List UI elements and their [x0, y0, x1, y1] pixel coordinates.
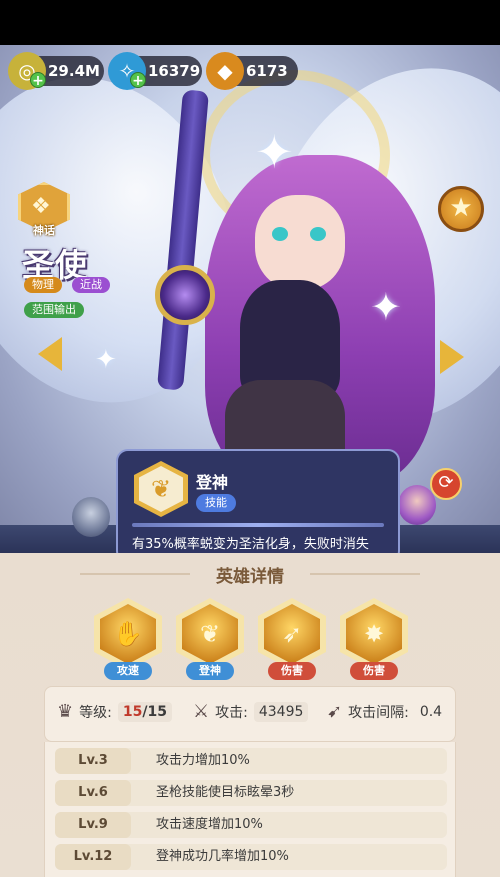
gem-amount: 16379 [148, 62, 201, 80]
upgrade-row: Lv.3 攻击力增加10% [55, 748, 447, 774]
upgrade-text: 登神成功几率增加10% [156, 849, 289, 864]
crest-icon: ❖ [31, 194, 51, 219]
level-label: 等级: [79, 704, 112, 721]
upgrade-text: 圣枪技能使目标眩晕3秒 [156, 785, 295, 800]
crystal-currency[interactable]: ◆ 6173 [206, 52, 298, 90]
add-gold-icon[interactable]: + [30, 72, 46, 89]
sparkle-icon: ✦ [255, 125, 294, 179]
mini-hero-angel [398, 485, 436, 525]
section-title: 英雄详情 [216, 567, 284, 587]
level-value: 15/15 [117, 701, 172, 722]
top-black-bar [0, 0, 500, 45]
skill-frame: ✋ [94, 598, 162, 670]
upgrade-text: 攻击力增加10% [156, 753, 250, 768]
skill-frame: ✸ [340, 598, 408, 670]
prev-hero-arrow-icon[interactable] [38, 337, 62, 371]
sparkle-icon: ✦ [370, 285, 402, 329]
skill-label: 伤害 [268, 662, 316, 680]
crystal-icon: ◆ [206, 52, 244, 90]
tooltip-description: 有35%概率蜕变为圣洁化身，失败时消失 [132, 537, 369, 552]
tag-aoe: 范围输出 [24, 302, 84, 318]
attack-value: 43495 [253, 701, 309, 722]
stats-bar: ♛ 等级: 15/15 ⚔ 攻击: 43495 ➹ 攻击间隔: 0.4 [44, 686, 456, 742]
tooltip-title: 登神 [196, 473, 229, 492]
upgrade-list: Lv.3 攻击力增加10% Lv.6 圣枪技能使目标眩晕3秒 Lv.9 攻击速度… [44, 742, 456, 877]
burst-icon: ✸ [346, 604, 402, 664]
gold-amount: 29.4M [48, 62, 100, 80]
wings-icon: ❦ [182, 604, 238, 664]
level-current: 15 [122, 703, 143, 720]
tag-physical: 物理 [24, 277, 62, 293]
upgrade-row: Lv.12 登神成功几率增加10% [55, 844, 447, 870]
rarity-label: 神话 [33, 224, 55, 237]
stat-level: ♛ 等级: 15/15 [57, 701, 172, 722]
skill-label: 登神 [186, 662, 234, 680]
hero-eye-art [272, 227, 288, 241]
skill-damage-spear[interactable]: ➶ 伤害 [258, 598, 326, 680]
upgrade-level: Lv.12 [55, 844, 131, 870]
upgrade-row: Lv.9 攻击速度增加10% [55, 812, 447, 838]
next-hero-arrow-icon[interactable] [440, 340, 464, 374]
sword-icon: ⚔ [193, 701, 210, 722]
bow-icon: ➹ [327, 701, 343, 722]
hands-icon: ✋ [100, 604, 156, 664]
spear-icon: ➶ [264, 604, 320, 664]
skill-label: 伤害 [350, 662, 398, 680]
interval-label: 攻击间隔: [348, 704, 409, 721]
wings-icon: ❦ [139, 466, 183, 512]
stat-attack: ⚔ 攻击: 43495 [193, 701, 309, 722]
upgrade-row: Lv.6 圣枪技能使目标眩晕3秒 [55, 780, 447, 806]
add-gem-icon[interactable]: + [130, 72, 146, 89]
stat-interval: ➹ 攻击间隔: 0.4 [327, 701, 447, 722]
skill-tooltip: ❦ 登神 技能 有35%概率蜕变为圣洁化身，失败时消失 [116, 449, 400, 563]
crown-icon: ♛ [57, 701, 74, 722]
upgrade-level: Lv.3 [55, 748, 131, 774]
mini-hero-knight [72, 497, 110, 537]
skill-label: 攻速 [104, 662, 152, 680]
upgrade-level: Lv.6 [55, 780, 131, 806]
upgrade-level: Lv.9 [55, 812, 131, 838]
skill-ascend[interactable]: ❦ 登神 [176, 598, 244, 680]
orb-art [155, 265, 215, 325]
tooltip-divider [132, 523, 384, 527]
skill-damage-burst[interactable]: ✸ 伤害 [340, 598, 408, 680]
gem-currency[interactable]: ✧ + 16379 [108, 52, 202, 90]
interval-value: 0.4 [419, 703, 443, 720]
skill-frame: ❦ [176, 598, 244, 670]
swap-skin-button[interactable]: ⟳ [430, 468, 462, 500]
rarity-badge: ❖ 神话 [18, 182, 70, 240]
tag-melee: 近战 [72, 277, 110, 293]
crystal-amount: 6173 [246, 62, 288, 80]
skill-icon-frame: ❦ [134, 461, 188, 517]
favorite-star-button[interactable]: ★ [438, 186, 484, 232]
skill-attack-speed[interactable]: ✋ 攻速 [94, 598, 162, 680]
upgrade-text: 攻击速度增加10% [156, 817, 263, 832]
skill-frame: ➶ [258, 598, 326, 670]
level-max: /15 [142, 703, 167, 720]
hero-face-art [255, 195, 345, 290]
gold-currency[interactable]: ◎ + 29.4M [8, 52, 104, 90]
sparkle-icon: ✦ [95, 345, 117, 375]
hero-eye-art [310, 227, 326, 241]
attack-label: 攻击: [215, 704, 248, 721]
tooltip-tag: 技能 [196, 494, 236, 512]
